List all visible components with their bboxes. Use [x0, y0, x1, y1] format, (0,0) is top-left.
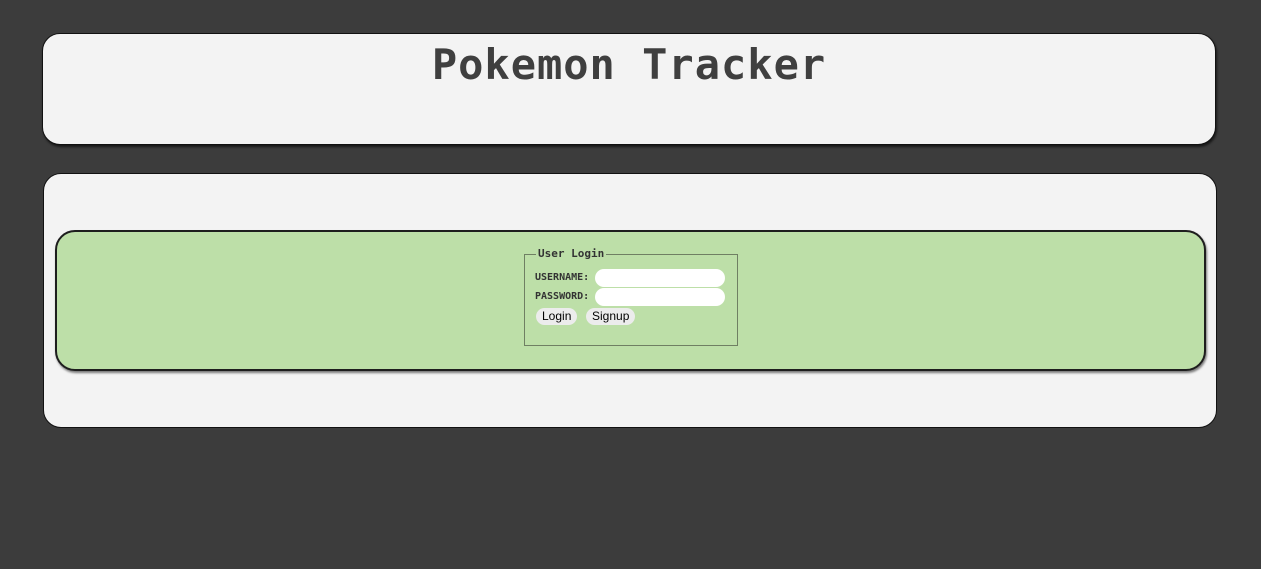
- username-input[interactable]: [595, 269, 725, 287]
- header-panel: Pokemon Tracker: [42, 33, 1216, 145]
- main-panel: User Login USERNAME: PASSWORD: Login Sig…: [43, 173, 1217, 428]
- login-legend: User Login: [536, 247, 607, 260]
- login-section: User Login USERNAME: PASSWORD: Login Sig…: [55, 230, 1206, 371]
- password-input[interactable]: [595, 288, 725, 306]
- password-label: PASSWORD:: [535, 291, 590, 302]
- signup-button[interactable]: Signup: [586, 308, 636, 325]
- username-label: USERNAME:: [535, 272, 590, 283]
- login-button[interactable]: Login: [536, 308, 578, 325]
- login-form: User Login USERNAME: PASSWORD: Login Sig…: [524, 248, 738, 346]
- page-title: Pokemon Tracker: [431, 40, 827, 89]
